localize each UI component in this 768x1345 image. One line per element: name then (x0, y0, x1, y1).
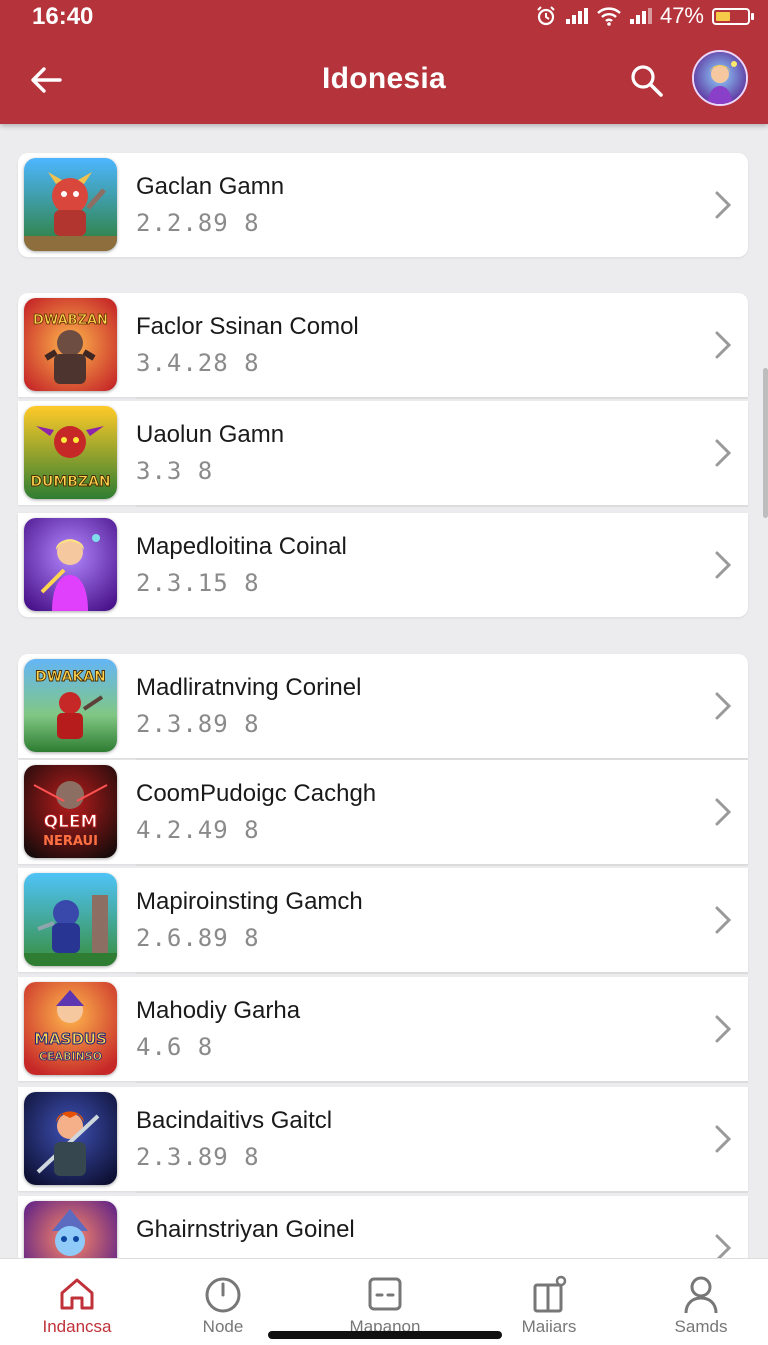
list-item[interactable]: Bacindaitivs Gaitcl 2.3.89 8 (18, 1087, 748, 1193)
game-thumbnail (24, 1092, 117, 1185)
game-name: Faclor Ssinan Comol (136, 313, 359, 340)
battery-percent: 47% (659, 3, 704, 28)
tab-label: Samds (674, 1317, 728, 1336)
thumb-label: MASDUS (34, 1030, 107, 1048)
game-name: Bacindaitivs Gaitcl (136, 1107, 333, 1134)
alarm-icon (537, 6, 555, 26)
game-name: Mahodiy Garha (136, 997, 301, 1024)
dragon-gold-icon: DUMBZAN (24, 406, 117, 499)
game-thumbnail (24, 1201, 117, 1258)
sword-hero-icon (24, 1092, 117, 1185)
list-item[interactable]: Ghairnstriyan Goinel (18, 1196, 748, 1258)
hero-red-warrior-icon (24, 158, 117, 251)
game-thumbnail (24, 518, 117, 611)
chevron-right-icon (715, 551, 732, 579)
game-version: 2.2.89 8 (136, 209, 260, 237)
game-version: 4.6 8 (136, 1033, 214, 1061)
dark-hero-icon: QLEM NERAUI (24, 765, 117, 858)
barbarian-fire-icon: DWABZAN (24, 298, 117, 391)
game-name: Gaclan Gamn (136, 173, 285, 200)
clock-icon (205, 1277, 241, 1313)
tab-home[interactable]: Indancsa (0, 1259, 154, 1345)
thumb-label: NERAUI (43, 834, 98, 849)
list-item[interactable]: QLEM NERAUI CoomPudoigc Cachgh 4.2.49 8 (18, 760, 748, 866)
status-icons: 47% (534, 3, 754, 29)
ninja-tower-icon (24, 873, 117, 966)
chevron-right-icon (715, 191, 732, 219)
game-thumbnail: QLEM NERAUI (24, 765, 117, 858)
divider (136, 505, 748, 507)
game-name: Mapedloitina Coinal (136, 533, 347, 560)
blue-hero-icon (24, 1201, 117, 1258)
game-thumbnail: MASDUS CEABINSO (24, 982, 117, 1075)
game-version: 2.3.89 8 (136, 710, 260, 738)
thumb-label: CEABINSO (39, 1050, 102, 1063)
status-time: 16:40 (32, 3, 94, 30)
chevron-right-icon (715, 1234, 732, 1258)
chevron-right-icon (715, 692, 732, 720)
list-item[interactable]: Gaclan Gamn 2.2.89 8 (18, 153, 748, 257)
game-name: Ghairnstriyan Goinel (136, 1216, 355, 1243)
profile-icon (684, 1276, 718, 1314)
game-name: Madliratnving Corinel (136, 674, 362, 701)
app-bar: 16:40 47% Idonesia (0, 0, 768, 124)
list-item[interactable]: DWAKAN Madliratnving Corinel 2.3.89 8 (18, 654, 748, 760)
chevron-right-icon (715, 798, 732, 826)
game-name: Uaolun Gamn (136, 421, 285, 448)
list-item[interactable]: Mapedloitina Coinal 2.3.15 8 (18, 513, 748, 617)
game-version: 3.4.28 8 (136, 349, 260, 377)
fairy-queen-icon (24, 518, 117, 611)
cell-signal-icon (565, 8, 588, 24)
divider (136, 972, 748, 974)
divider (136, 397, 748, 399)
magic-heroes-icon: MASDUS CEABINSO (24, 982, 117, 1075)
battery-icon (712, 7, 754, 25)
chevron-right-icon (715, 1015, 732, 1043)
game-thumbnail (24, 873, 117, 966)
game-thumbnail (24, 158, 117, 251)
divider (136, 1191, 748, 1193)
home-indicator[interactable] (268, 1331, 502, 1339)
chevron-right-icon (715, 1125, 732, 1153)
scrollbar[interactable] (763, 368, 768, 518)
list-item[interactable]: Mapiroinsting Gamch 2.6.89 8 (18, 868, 748, 974)
card-icon (368, 1277, 402, 1311)
avatar[interactable] (692, 50, 748, 106)
divider (136, 1081, 748, 1083)
tab-samds[interactable]: Samds (624, 1259, 768, 1345)
tab-label: Indancsa (42, 1317, 112, 1336)
list-item[interactable]: MASDUS CEABINSO Mahodiy Garha 4.6 8 (18, 977, 748, 1083)
cell-signal-2-icon (629, 8, 652, 24)
game-thumbnail: DWAKAN (24, 659, 117, 752)
chevron-right-icon (715, 906, 732, 934)
search-icon[interactable] (628, 62, 666, 100)
gift-icon (533, 1275, 567, 1313)
game-version: 2.3.15 8 (136, 569, 260, 597)
red-knight-field-icon: DWAKAN (24, 659, 117, 752)
thumb-label: DWABZAN (33, 313, 108, 328)
list-item[interactable]: DUMBZAN Uaolun Gamn 3.3 8 (18, 401, 748, 507)
thumb-label: DUMBZAN (30, 474, 110, 490)
game-version: 2.6.89 8 (136, 924, 260, 952)
divider (136, 864, 748, 866)
wifi-icon (597, 7, 621, 26)
game-version: 3.3 8 (136, 457, 214, 485)
chevron-right-icon (715, 439, 732, 467)
home-icon (60, 1278, 94, 1310)
avatar-image (694, 52, 746, 104)
game-version: 2.3.89 8 (136, 1143, 260, 1171)
game-thumbnail: DWABZAN (24, 298, 117, 391)
thumb-label: DWAKAN (35, 669, 106, 685)
list-item[interactable]: DWABZAN Faclor Ssinan Comol 3.4.28 8 (18, 293, 748, 399)
game-name: Mapiroinsting Gamch (136, 888, 363, 915)
game-version: 4.2.49 8 (136, 816, 260, 844)
game-list: Gaclan Gamn 2.2.89 8 DWABZAN Faclor Ssin… (0, 124, 768, 1258)
game-name: CoomPudoigc Cachgh (136, 780, 377, 807)
chevron-right-icon (715, 331, 732, 359)
game-thumbnail: DUMBZAN (24, 406, 117, 499)
thumb-label: QLEM (44, 812, 98, 832)
